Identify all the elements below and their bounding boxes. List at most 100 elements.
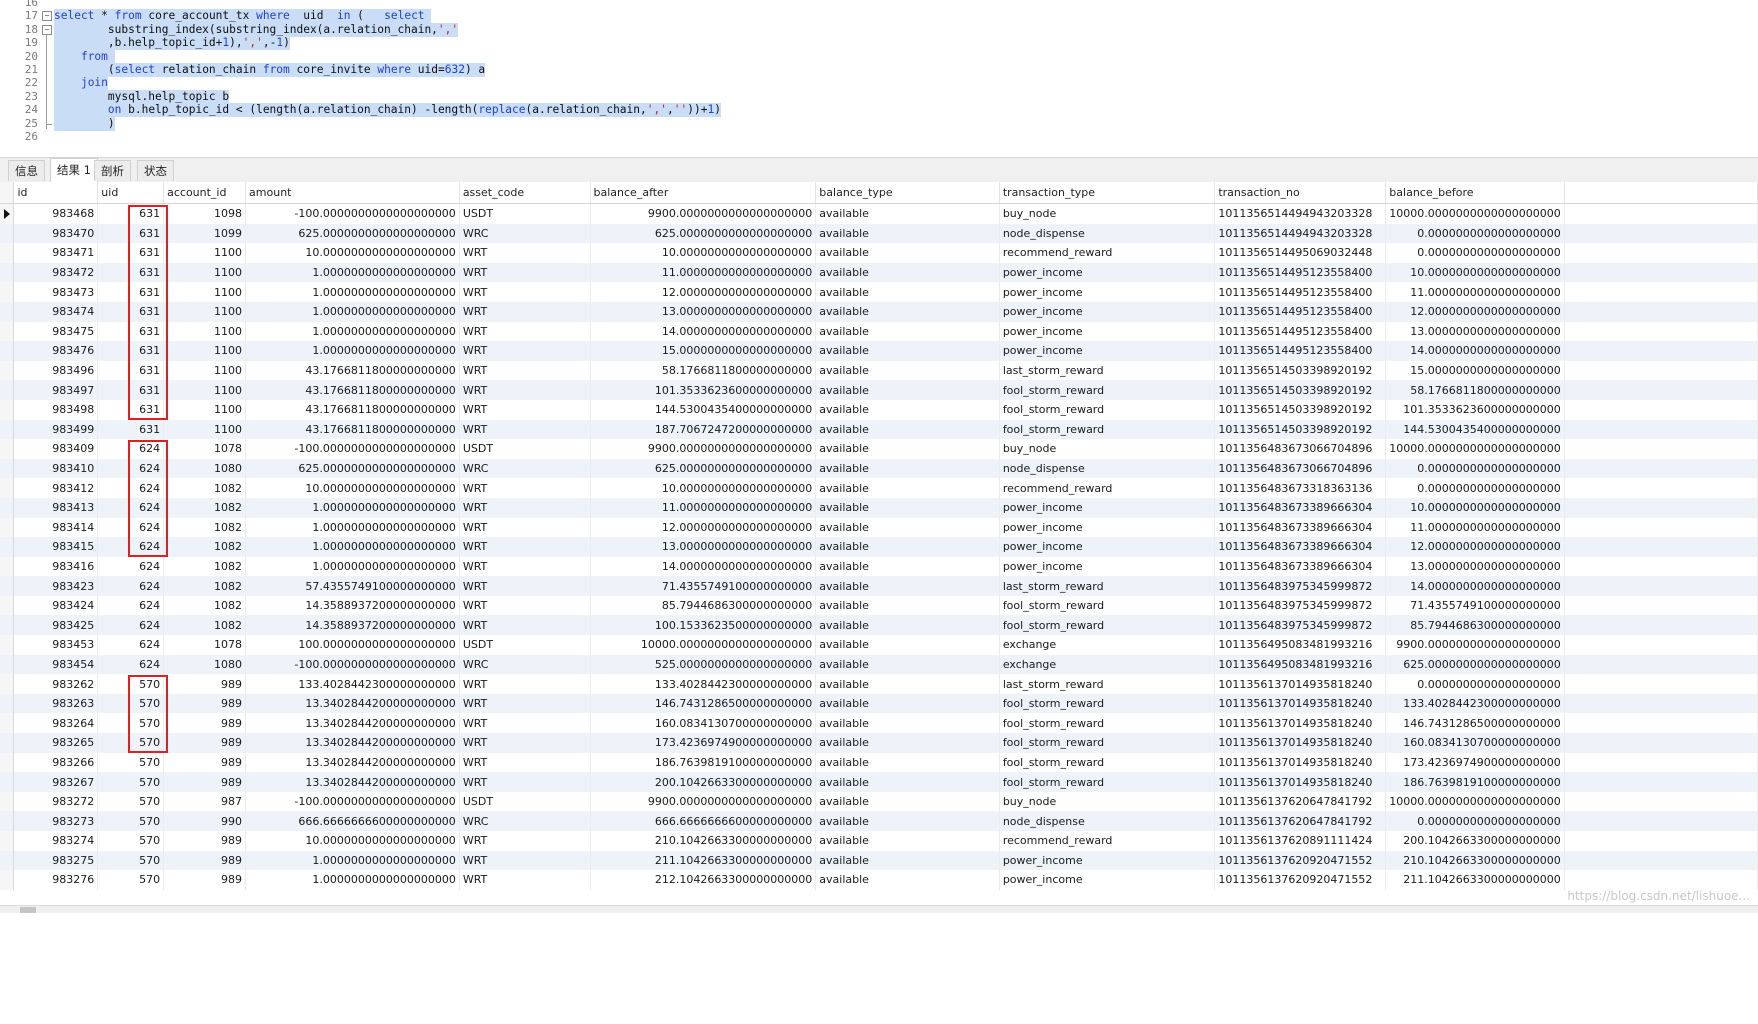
row-gutter[interactable] [0,203,15,224]
cell-transaction-no[interactable]: 1011356483975345999872 [1214,576,1387,596]
cell-id[interactable]: 983423 [13,576,99,596]
cell-account-id[interactable]: 989 [163,850,247,871]
cell-balance-type[interactable]: available [815,713,1000,734]
cell-balance-before[interactable]: 10000.0000000000000000000 [1385,439,1565,459]
cell-asset-code[interactable]: WRT [459,713,591,734]
fold-toggle-icon[interactable]: − [42,24,52,35]
cell-asset-code[interactable]: WRT [459,556,591,577]
cell-account-id[interactable]: 1082 [163,537,247,557]
cell-amount[interactable]: -100.0000000000000000000 [245,203,460,224]
cell-transaction-type[interactable]: buy_node [999,203,1216,224]
cell-account-id[interactable]: 1100 [163,321,247,342]
cell-id[interactable]: 983409 [13,439,99,459]
cell-asset-code[interactable]: WRT [459,537,591,557]
cell-transaction-type[interactable]: fool_storm_reward [999,752,1216,773]
cell-amount[interactable]: 1.0000000000000000000 [245,321,460,342]
cell-amount[interactable]: 1.0000000000000000000 [245,341,460,361]
cell-asset-code[interactable]: WRC [459,654,591,675]
cell-account-id[interactable]: 1082 [163,517,247,538]
cell-id[interactable]: 983267 [13,772,99,792]
row-gutter[interactable] [0,674,15,694]
result-grid[interactable]: id uid account_id amount asset_code balance_a… [0,182,1758,892]
table-row[interactable]: 983471 631 1100 10.0000000000000000000 WRT 10… [0,243,1758,263]
cell-uid[interactable]: 570 [97,831,165,851]
cell-account-id[interactable]: 990 [163,811,247,831]
cell-extra[interactable] [1564,203,1758,224]
cell-transaction-type[interactable]: power_income [999,517,1216,538]
cell-account-id[interactable]: 1098 [163,203,247,224]
cell-account-id[interactable]: 989 [163,693,247,714]
cell-transaction-type[interactable]: power_income [999,556,1216,577]
cell-asset-code[interactable]: WRC [459,458,591,479]
cell-id[interactable]: 983414 [13,517,99,538]
cell-balance-before[interactable]: 200.1042663300000000000 [1385,831,1565,851]
cell-extra[interactable] [1564,282,1758,302]
cell-balance-before[interactable]: 10.0000000000000000000 [1385,262,1565,283]
cell-balance-before[interactable]: 101.3533623600000000000 [1385,399,1565,420]
cell-account-id[interactable]: 1100 [163,360,247,381]
cell-transaction-no[interactable]: 1011356514494943203328 [1214,203,1387,224]
cell-balance-after[interactable]: 11.0000000000000000000 [590,262,817,283]
cell-balance-before[interactable]: 0.0000000000000000000 [1385,478,1565,498]
cell-uid[interactable]: 624 [97,615,165,636]
table-row[interactable]: 983425 624 1082 14.3588937200000000000 WRT 10… [0,615,1758,636]
cell-extra[interactable] [1564,537,1758,557]
cell-balance-type[interactable]: available [815,576,1000,596]
cell-asset-code[interactable]: WRT [459,419,591,440]
cell-balance-before[interactable]: 0.0000000000000000000 [1385,243,1565,263]
cell-extra[interactable] [1564,850,1758,871]
table-row[interactable]: 983262 570 989 133.4028442300000000000 WRT 13… [0,674,1758,694]
cell-balance-after[interactable]: 13.0000000000000000000 [590,537,817,557]
cell-transaction-type[interactable]: fool_storm_reward [999,713,1216,734]
cell-balance-type[interactable]: available [815,654,1000,675]
cell-balance-after[interactable]: 58.1766811800000000000 [590,360,817,381]
cell-amount[interactable]: 1.0000000000000000000 [245,517,460,538]
row-gutter[interactable] [0,556,15,577]
cell-balance-before[interactable]: 210.1042663300000000000 [1385,850,1565,871]
column-header-transaction-no[interactable]: transaction_no [1214,182,1387,204]
cell-transaction-no[interactable]: 1011356137620647841792 [1214,811,1387,831]
cell-account-id[interactable]: 1100 [163,419,247,440]
cell-balance-before[interactable]: 0.0000000000000000000 [1385,811,1565,831]
row-gutter[interactable] [0,537,15,557]
row-gutter[interactable] [0,576,15,596]
cell-amount[interactable]: 43.1766811800000000000 [245,419,460,440]
cell-balance-before[interactable]: 11.0000000000000000000 [1385,282,1565,302]
cell-balance-after[interactable]: 100.1533623500000000000 [590,615,817,636]
cell-balance-type[interactable]: available [815,831,1000,851]
cell-id[interactable]: 983272 [13,791,99,812]
cell-asset-code[interactable]: WRT [459,595,591,616]
table-row[interactable]: 983410 624 1080 625.0000000000000000000 WRC 6… [0,458,1758,479]
cell-asset-code[interactable]: USDT [459,439,591,459]
cell-id[interactable]: 983471 [13,243,99,263]
cell-amount[interactable]: 13.3402844200000000000 [245,733,460,753]
cell-extra[interactable] [1564,791,1758,812]
cell-extra[interactable] [1564,478,1758,498]
row-gutter[interactable] [0,635,15,655]
table-row[interactable]: 983424 624 1082 14.3588937200000000000 WRT 85… [0,595,1758,616]
table-row[interactable]: 983496 631 1100 43.1766811800000000000 WRT 58… [0,360,1758,381]
cell-transaction-no[interactable]: 1011356137014935818240 [1214,674,1387,694]
cell-asset-code[interactable]: WRT [459,360,591,381]
cell-balance-type[interactable]: available [815,752,1000,773]
cell-transaction-no[interactable]: 1011356137014935818240 [1214,752,1387,773]
cell-balance-after[interactable]: 210.1042663300000000000 [590,831,817,851]
cell-amount[interactable]: 1.0000000000000000000 [245,850,460,871]
cell-balance-type[interactable]: available [815,811,1000,831]
cell-amount[interactable]: 14.3588937200000000000 [245,595,460,616]
cell-amount[interactable]: 13.3402844200000000000 [245,752,460,773]
cell-account-id[interactable]: 1078 [163,635,247,655]
cell-balance-type[interactable]: available [815,282,1000,302]
cell-balance-after[interactable]: 10000.0000000000000000000 [590,635,817,655]
row-gutter[interactable] [0,301,15,322]
cell-transaction-type[interactable]: fool_storm_reward [999,772,1216,792]
cell-asset-code[interactable]: WRT [459,478,591,498]
cell-amount[interactable]: -100.0000000000000000000 [245,791,460,812]
cell-asset-code[interactable]: WRT [459,321,591,342]
cell-amount[interactable]: 1.0000000000000000000 [245,870,460,890]
cell-id[interactable]: 983274 [13,831,99,851]
row-gutter[interactable] [0,654,15,675]
row-gutter[interactable] [0,733,15,753]
cell-transaction-type[interactable]: power_income [999,537,1216,557]
row-gutter[interactable] [0,791,15,812]
